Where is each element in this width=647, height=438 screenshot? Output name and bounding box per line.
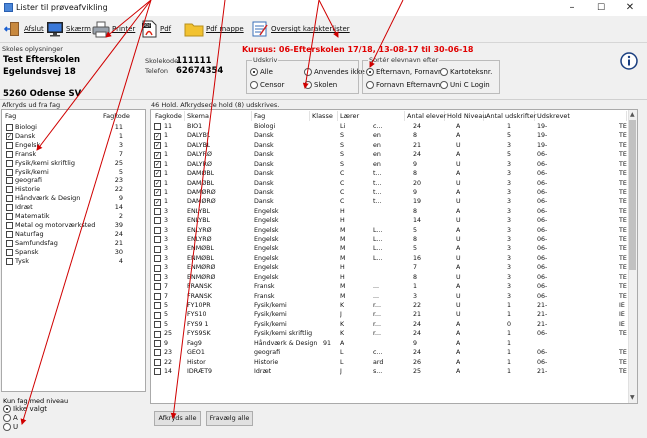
- arrow: [318, 0, 339, 38]
- annotation-arrows: [20, 0, 404, 425]
- arrow: [369, 0, 404, 68]
- arrow: [302, 0, 320, 89]
- arrow: [36, 0, 152, 151]
- arrow: [170, 0, 226, 419]
- arrow: [20, 0, 152, 425]
- arrow: [105, 0, 152, 38]
